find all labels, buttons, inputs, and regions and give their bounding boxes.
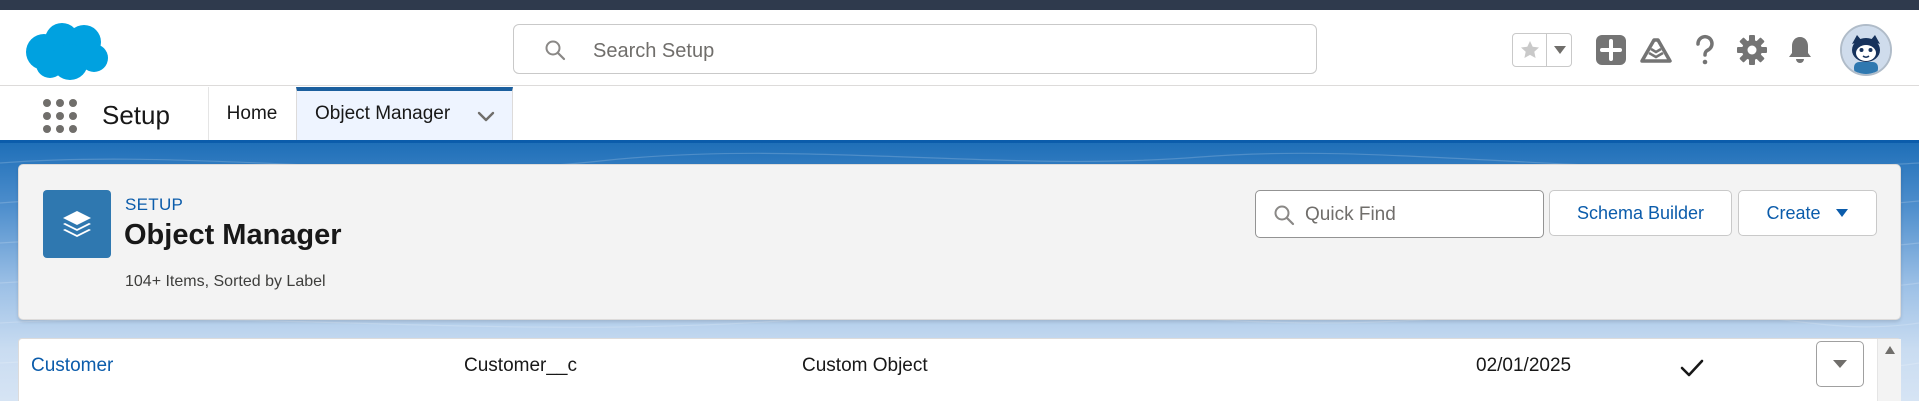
tab-object-manager-label: Object Manager [315,103,451,124]
favorites-star-icon[interactable] [1513,34,1547,66]
top-strip [0,0,1919,10]
setup-gear-icon[interactable] [1734,32,1770,68]
search-icon [545,40,566,61]
last-modified-cell: 02/01/2025 [1476,355,1572,376]
create-label: Create [1766,202,1821,223]
setup-search-box[interactable]: Search Setup [513,24,1317,74]
favorites-dropdown-icon[interactable] [1548,34,1572,66]
quick-find-input[interactable]: Quick Find [1255,190,1544,238]
schema-builder-label: Schema Builder [1576,202,1705,223]
object-list: Customer Customer__c Custom Object 02/01… [18,338,1901,401]
scroll-up-arrow-icon[interactable] [1884,345,1896,355]
trailhead-guidance-icon[interactable] [1638,32,1674,68]
row-actions-button[interactable] [1816,341,1864,387]
tab-home[interactable]: Home [208,87,296,140]
caret-down-icon [1833,360,1847,368]
list-summary: 104+ Items, Sorted by Label [125,273,326,290]
favorites-control [1512,33,1572,67]
salesforce-cloud-logo[interactable] [22,20,112,84]
user-avatar[interactable] [1840,24,1892,76]
deployed-checkmark-icon [1680,359,1704,377]
object-manager-header: SETUP Object Manager 104+ Items, Sorted … [18,164,1901,320]
type-cell: Custom Object [802,355,928,376]
schema-builder-button[interactable]: Schema Builder [1549,190,1732,236]
quick-find-placeholder: Quick Find [1305,204,1396,225]
breadcrumb-setup[interactable]: SETUP [125,195,183,215]
chevron-down-icon[interactable] [475,105,497,127]
global-actions-icon[interactable] [1593,32,1629,68]
caret-down-icon [1835,209,1848,217]
global-header: Search Setup [0,10,1919,86]
app-navigation-bar: Setup Home Object Manager [0,87,1919,143]
tab-object-manager[interactable]: Object Manager [296,87,513,140]
object-manager-layers-icon [43,190,111,258]
search-placeholder: Search Setup [593,40,715,62]
create-button[interactable]: Create [1738,190,1877,236]
page-title: Object Manager [124,219,342,251]
notifications-bell-icon[interactable] [1782,32,1818,68]
search-icon [1274,205,1295,226]
object-label-link[interactable]: Customer [31,355,113,377]
help-icon[interactable] [1687,32,1723,68]
app-launcher-icon[interactable] [43,99,77,133]
app-name: Setup [102,100,170,130]
vertical-scrollbar[interactable] [1877,339,1901,401]
api-name-cell: Customer__c [464,355,577,376]
